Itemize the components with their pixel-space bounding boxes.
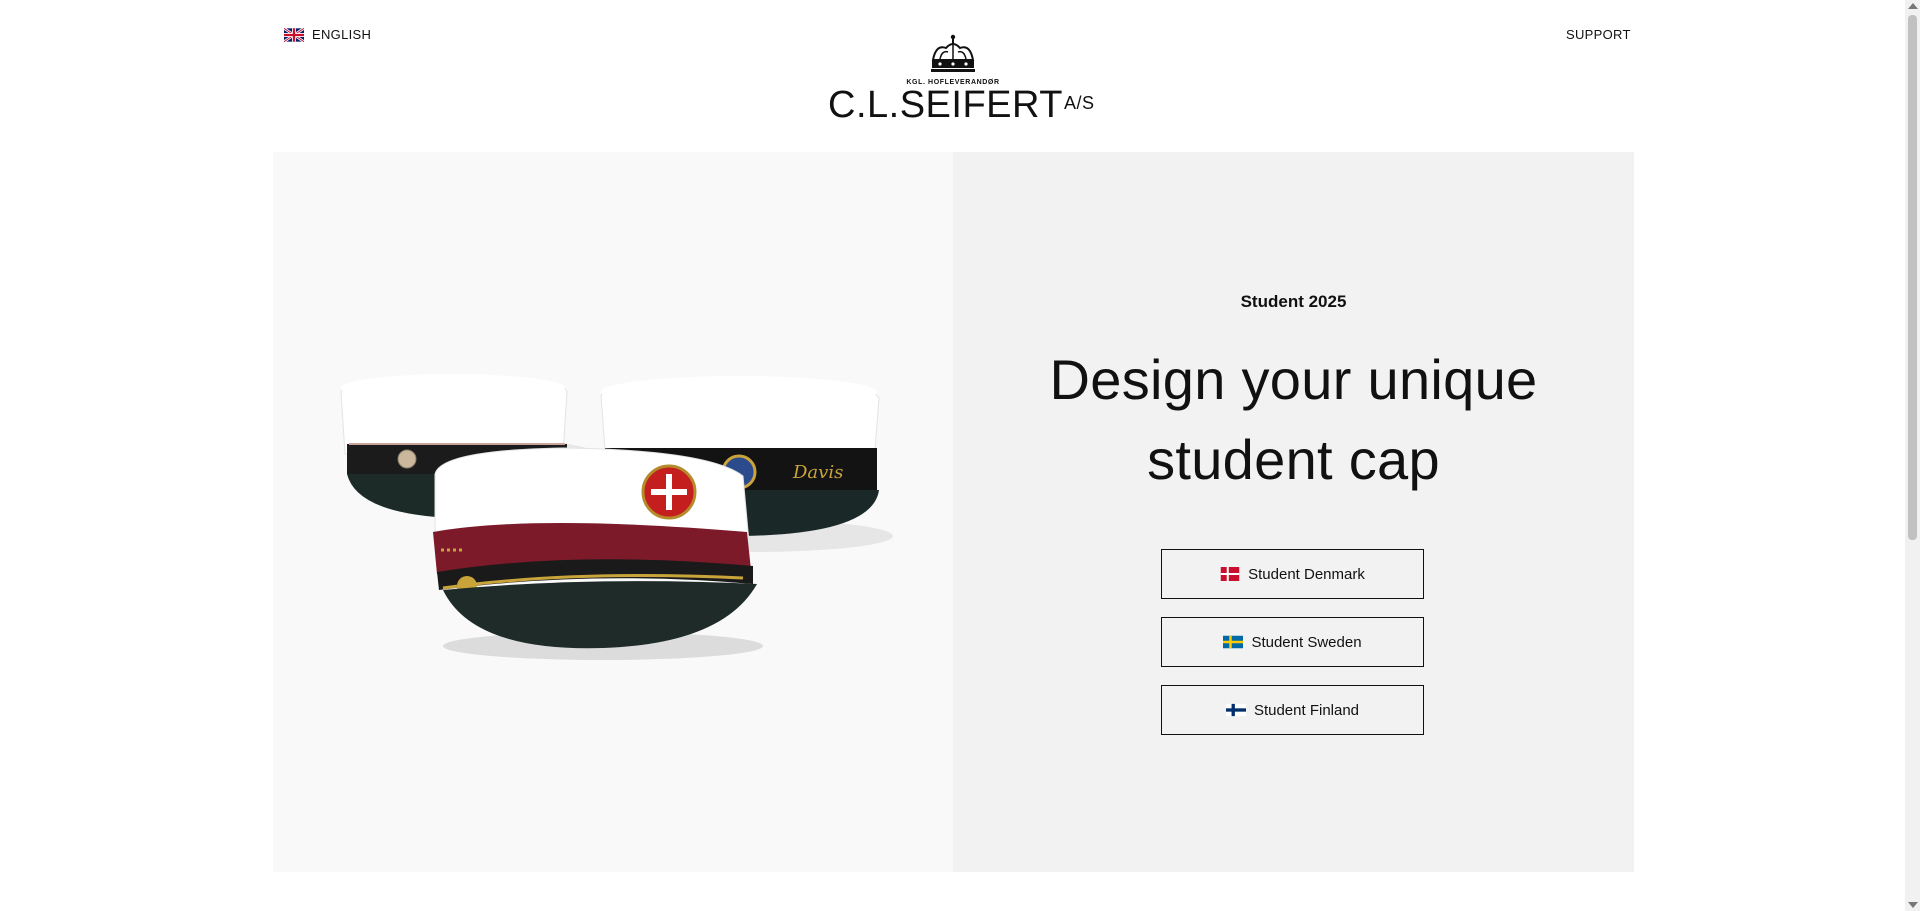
hero-eyebrow: Student 2025 <box>1240 292 1347 311</box>
hero-headline-line2: student cap <box>1147 428 1440 491</box>
logo-suffix: A/S <box>1063 93 1095 113</box>
svg-text:Davis: Davis <box>792 462 843 483</box>
page: ENGLISH KGL. HOFLEVERANDØR C.L.SEIFERTA/… <box>0 0 1905 911</box>
finland-flag-icon <box>1225 703 1246 717</box>
hero-image-panel: ot Davis <box>273 152 953 872</box>
logo-wordmark: C.L.SEIFERTA/S <box>828 84 1094 126</box>
student-finland-label: Student Finland <box>1253 701 1360 719</box>
student-sweden-button[interactable]: Student Sweden <box>1161 617 1424 667</box>
student-caps-image: ot Davis <box>340 374 893 660</box>
hero-headline-line1: Design your unique <box>1049 348 1538 411</box>
logo-wordmark-text: C.L.SEIFERT <box>828 84 1063 126</box>
language-selector[interactable]: ENGLISH <box>284 27 371 42</box>
scrollbar-thumb[interactable] <box>1908 15 1917 540</box>
cap-front <box>433 447 763 660</box>
language-label: ENGLISH <box>312 27 372 42</box>
student-sweden-label: Student Sweden <box>1251 633 1362 651</box>
student-denmark-button[interactable]: Student Denmark <box>1161 549 1424 599</box>
denmark-flag-icon <box>1220 567 1240 581</box>
scroll-up-arrow-icon[interactable] <box>1908 3 1918 9</box>
uk-flag-icon <box>284 27 304 42</box>
support-link[interactable]: SUPPORT <box>1566 27 1631 42</box>
brand-logo[interactable]: KGL. HOFLEVERANDØR C.L.SEIFERTA/S <box>828 34 1094 126</box>
vertical-scrollbar[interactable] <box>1905 0 1920 911</box>
sweden-flag-icon <box>1223 635 1244 649</box>
student-finland-button[interactable]: Student Finland <box>1161 685 1424 735</box>
hero-headline: Design your unique student cap <box>953 340 1634 500</box>
student-denmark-label: Student Denmark <box>1248 565 1365 583</box>
crown-icon <box>931 34 975 72</box>
hero-content-panel: Student 2025 Design your unique student … <box>953 152 1634 872</box>
scroll-down-arrow-icon[interactable] <box>1908 902 1918 908</box>
